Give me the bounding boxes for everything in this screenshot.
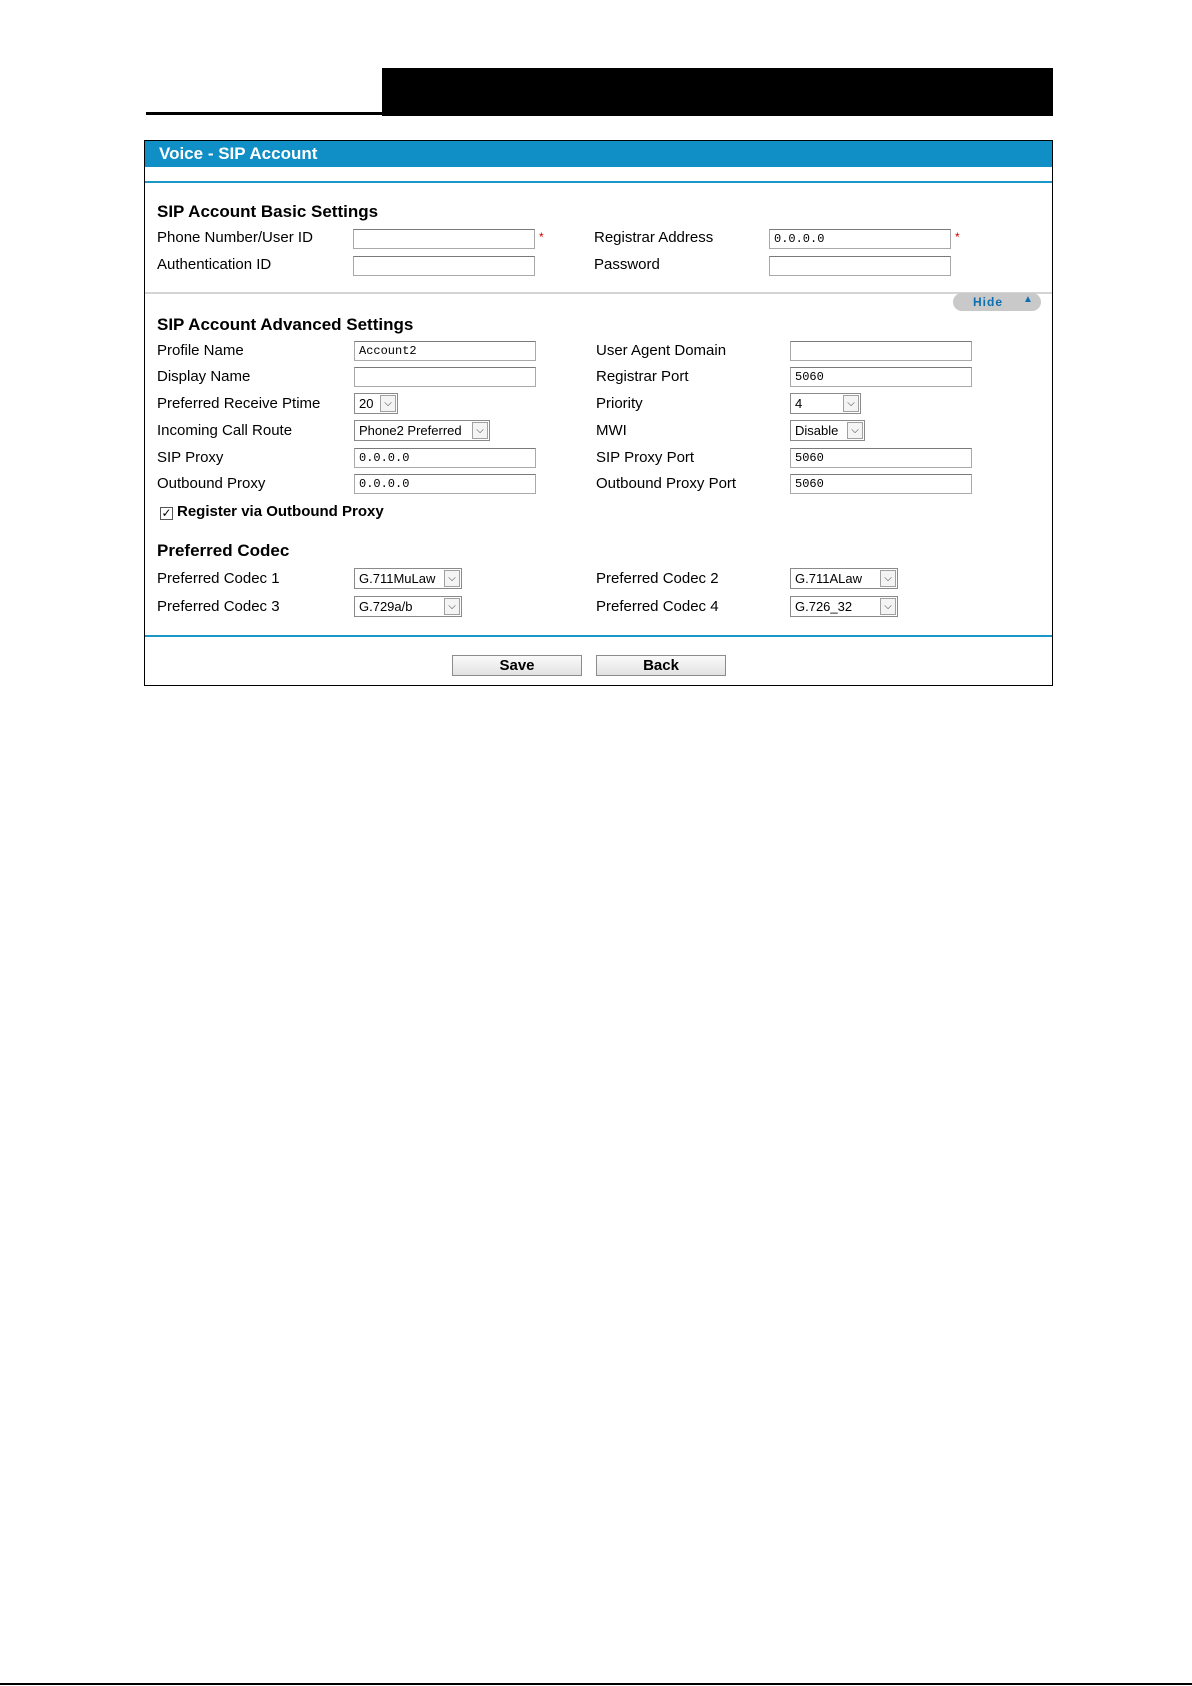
chevron-down-icon: ⌵ xyxy=(843,395,859,412)
check-icon: ✓ xyxy=(161,506,172,520)
divider xyxy=(145,635,1052,637)
chevron-down-icon: ⌵ xyxy=(380,395,396,412)
chevron-down-icon: ⌵ xyxy=(472,422,488,439)
profile-name-input[interactable]: Account2 xyxy=(354,341,536,361)
phone-number-input[interactable] xyxy=(353,229,535,249)
divider xyxy=(145,181,1052,183)
preferred-codec-4-value: G.726_32 xyxy=(795,599,853,614)
authentication-id-label: Authentication ID xyxy=(157,256,272,273)
panel-title: Voice - SIP Account xyxy=(159,144,318,163)
registrar-address-label: Registrar Address xyxy=(594,229,714,246)
header-rule xyxy=(146,112,382,115)
hide-advanced-button[interactable]: Hide ▲ xyxy=(953,293,1041,311)
chevron-down-icon: ⌵ xyxy=(444,598,460,615)
save-button[interactable]: Save xyxy=(452,655,582,676)
preferred-codec-3-label: Preferred Codec 3 xyxy=(157,598,280,615)
registrar-port-label: Registrar Port xyxy=(596,368,689,385)
password-input[interactable] xyxy=(769,256,951,276)
password-label: Password xyxy=(594,256,660,273)
priority-label: Priority xyxy=(596,395,643,412)
chevron-down-icon: ⌵ xyxy=(880,598,896,615)
outbound-proxy-port-input[interactable]: 5060 xyxy=(790,474,972,494)
user-agent-domain-input[interactable] xyxy=(790,341,972,361)
sip-proxy-port-input[interactable]: 5060 xyxy=(790,448,972,468)
preferred-codec-2-value: G.711ALaw xyxy=(795,571,862,586)
advanced-settings-title: SIP Account Advanced Settings xyxy=(157,315,414,334)
mwi-select[interactable]: Disable ⌵ xyxy=(790,420,865,441)
phone-number-label: Phone Number/User ID xyxy=(157,229,313,246)
sip-account-panel: Voice - SIP Account SIP Account Basic Se… xyxy=(144,140,1053,686)
outbound-proxy-label: Outbound Proxy xyxy=(157,475,266,492)
preferred-codec-4-select[interactable]: G.726_32 ⌵ xyxy=(790,596,898,617)
chevron-down-icon: ⌵ xyxy=(880,570,896,587)
incoming-call-route-value: Phone2 Preferred xyxy=(359,423,462,438)
mwi-value: Disable xyxy=(795,423,839,438)
incoming-call-route-label: Incoming Call Route xyxy=(157,422,293,439)
footer-rule xyxy=(0,1683,1192,1685)
display-name-label: Display Name xyxy=(157,368,251,385)
outbound-proxy-input[interactable]: 0.0.0.0 xyxy=(354,474,536,494)
sip-proxy-input[interactable]: 0.0.0.0 xyxy=(354,448,536,468)
chevron-down-icon: ⌵ xyxy=(847,422,863,439)
display-name-input[interactable] xyxy=(354,367,536,387)
preferred-codec-1-label: Preferred Codec 1 xyxy=(157,570,280,587)
panel-titlebar: Voice - SIP Account xyxy=(145,141,1052,167)
register-outbound-label: Register via Outbound Proxy xyxy=(177,503,384,520)
divider xyxy=(145,292,1052,294)
basic-settings-title: SIP Account Basic Settings xyxy=(157,202,379,221)
outbound-proxy-port-label: Outbound Proxy Port xyxy=(596,475,737,492)
preferred-codec-4-label: Preferred Codec 4 xyxy=(596,598,719,615)
chevron-up-icon: ▲ xyxy=(1023,294,1033,305)
preferred-receive-ptime-label: Preferred Receive Ptime xyxy=(157,395,321,412)
priority-select[interactable]: 4 ⌵ xyxy=(790,393,861,414)
profile-name-label: Profile Name xyxy=(157,342,244,359)
preferred-codec-3-select[interactable]: G.729a/b ⌵ xyxy=(354,596,462,617)
registrar-port-input[interactable]: 5060 xyxy=(790,367,972,387)
preferred-codec-title: Preferred Codec xyxy=(157,541,290,560)
registrar-address-input[interactable]: 0.0.0.0 xyxy=(769,229,951,249)
sip-proxy-label: SIP Proxy xyxy=(157,449,224,466)
priority-value: 4 xyxy=(795,396,803,411)
required-mark: * xyxy=(955,230,960,244)
user-agent-domain-label: User Agent Domain xyxy=(596,342,727,359)
sip-proxy-port-label: SIP Proxy Port xyxy=(596,449,695,466)
preferred-codec-2-label: Preferred Codec 2 xyxy=(596,570,719,587)
incoming-call-route-select[interactable]: Phone2 Preferred ⌵ xyxy=(354,420,490,441)
preferred-codec-1-value: G.711MuLaw xyxy=(359,571,436,586)
authentication-id-input[interactable] xyxy=(353,256,535,276)
chevron-down-icon: ⌵ xyxy=(444,570,460,587)
preferred-codec-1-select[interactable]: G.711MuLaw ⌵ xyxy=(354,568,462,589)
required-mark: * xyxy=(539,230,544,244)
register-outbound-checkbox[interactable]: ✓ xyxy=(160,507,173,520)
hide-label: Hide xyxy=(973,295,1004,309)
preferred-receive-ptime-select[interactable]: 20 ⌵ xyxy=(354,393,398,414)
back-button[interactable]: Back xyxy=(596,655,726,676)
header-banner xyxy=(382,68,1053,116)
mwi-label: MWI xyxy=(596,422,627,439)
preferred-codec-3-value: G.729a/b xyxy=(359,599,413,614)
preferred-codec-2-select[interactable]: G.711ALaw ⌵ xyxy=(790,568,898,589)
ptime-value: 20 xyxy=(359,396,374,411)
